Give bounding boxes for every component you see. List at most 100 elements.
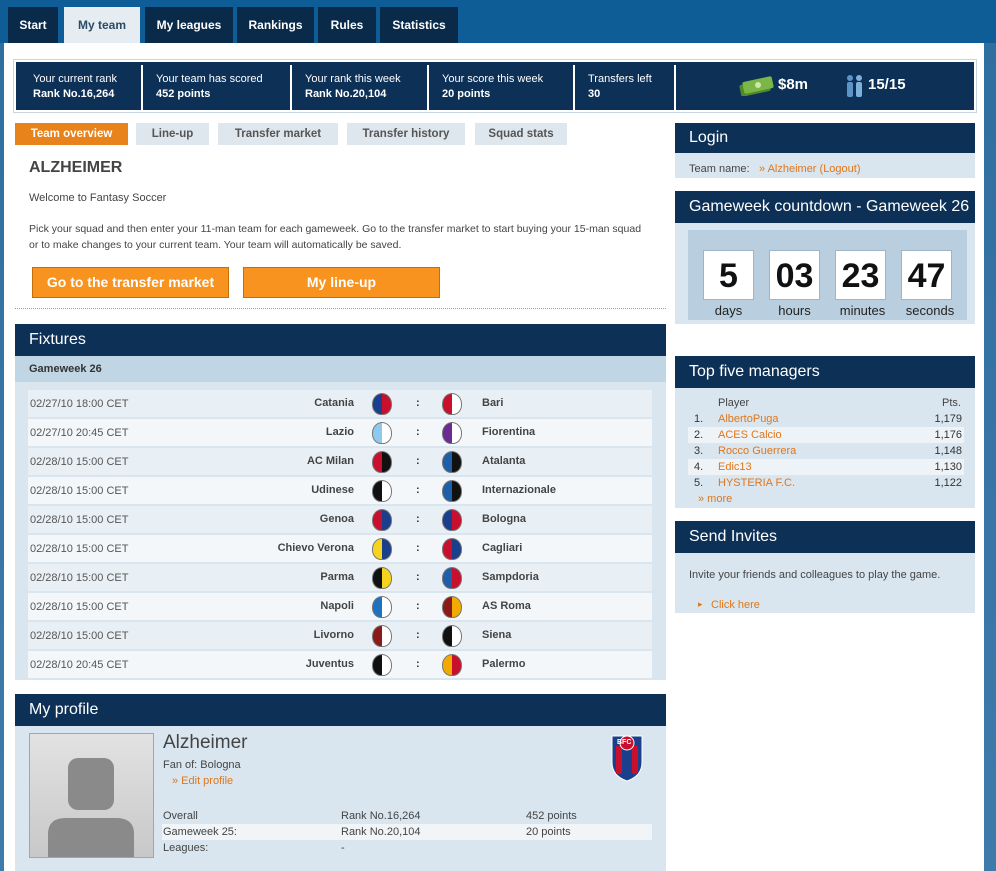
fixture-away-team: Bologna [482, 513, 526, 525]
subtab-transfer-market[interactable]: Transfer market [218, 123, 338, 145]
stat-value: 20 points [442, 88, 491, 100]
subtab-team-overview[interactable]: Team overview [15, 123, 128, 145]
pts-column-header: Pts. [942, 397, 961, 409]
fixture-home-team: Udinese [311, 484, 354, 496]
invite-click-here-link[interactable]: Click here [711, 599, 760, 611]
row-points: 452 points [526, 810, 577, 822]
profile-header: My profile [15, 694, 666, 726]
stat-current-rank: Your current rank Rank No.16,264 [20, 65, 143, 111]
fixture-date: 02/28/10 15:00 CET [30, 630, 129, 642]
intro-text: Pick your squad and then enter your 11-m… [29, 223, 642, 251]
manager-points: 1,148 [934, 445, 962, 457]
nav-tab-start[interactable]: Start [8, 7, 58, 43]
fixture-row: 02/28/10 15:00 CET Chievo Verona: Cagliari [28, 535, 652, 562]
home-club-crest-icon [372, 625, 392, 647]
fixture-separator: : [416, 542, 420, 554]
stat-value: Rank No.16,264 [33, 88, 115, 100]
logout-link[interactable]: » Alzheimer (Logout) [759, 163, 861, 175]
edit-profile-link[interactable]: » Edit profile [172, 775, 233, 787]
row-rank: Rank No.20,104 [341, 826, 421, 838]
manager-points: 1,130 [934, 461, 962, 473]
countdown-seconds: 47 [901, 250, 952, 300]
stat-rank-week: Your rank this week Rank No.20,104 [292, 65, 429, 111]
home-club-crest-icon [372, 393, 392, 415]
countdown-hours-label: hours [778, 303, 811, 318]
home-club-crest-icon [372, 538, 392, 560]
manager-name-link[interactable]: Rocco Guerrera [718, 443, 796, 459]
nav-tab-my-team[interactable]: My team [64, 7, 140, 44]
fixture-date: 02/28/10 15:00 CET [30, 543, 129, 555]
fixture-row: 02/28/10 15:00 CET Udinese: Internazionale [28, 477, 652, 504]
invites-header: Send Invites [675, 521, 975, 553]
nav-tab-rules[interactable]: Rules [318, 7, 376, 43]
login-header: Login [675, 123, 975, 153]
fixture-row: 02/28/10 15:00 CET Livorno: Siena [28, 622, 652, 649]
fixture-separator: : [416, 513, 420, 525]
nav-tab-statistics[interactable]: Statistics [380, 7, 458, 43]
fixture-away-team: Bari [482, 397, 504, 409]
fixture-separator: : [416, 600, 420, 612]
stat-label: Transfers left [588, 73, 652, 85]
fixture-date: 02/28/10 20:45 CET [30, 659, 129, 671]
go-to-transfer-market-button[interactable]: Go to the transfer market [32, 267, 229, 298]
row-rank: Rank No.16,264 [341, 810, 421, 822]
fixture-row: 02/27/10 20:45 CET Lazio: Fiorentina [28, 419, 652, 446]
away-club-crest-icon [442, 422, 462, 444]
stat-value: Rank No.20,104 [305, 88, 387, 100]
nav-tab-rankings[interactable]: Rankings [237, 7, 314, 43]
manager-name-link[interactable]: ACES Calcio [718, 427, 782, 443]
countdown-seconds-label: seconds [905, 303, 955, 318]
home-club-crest-icon [372, 654, 392, 676]
fixture-date: 02/27/10 20:45 CET [30, 427, 129, 439]
manager-row: 1. AlbertoPuga 1,179 [688, 411, 964, 427]
manager-name-link[interactable]: AlbertoPuga [718, 411, 779, 427]
fixtures-gameweek-label: Gameweek 26 [15, 356, 666, 382]
fixture-separator: : [416, 455, 420, 467]
manager-points: 1,122 [934, 477, 962, 489]
fixture-separator: : [416, 397, 420, 409]
money-icon [738, 76, 776, 97]
home-club-crest-icon [372, 509, 392, 531]
welcome-text: Welcome to Fantasy Soccer [29, 192, 167, 204]
team-name-heading: ALZHEIMER [29, 159, 123, 176]
squad-count: 15/15 [868, 76, 906, 93]
manager-name-link[interactable]: Edic13 [718, 459, 752, 475]
fixture-date: 02/28/10 15:00 CET [30, 456, 129, 468]
stat-label: Your team has scored [156, 73, 263, 85]
subtab-transfer-history[interactable]: Transfer history [347, 123, 465, 145]
row-label: Overall [163, 810, 198, 822]
subtab-squad-stats[interactable]: Squad stats [475, 123, 567, 145]
fixture-row: 02/28/10 20:45 CET Juventus: Palermo [28, 651, 652, 678]
manager-points: 1,176 [934, 429, 962, 441]
home-club-crest-icon [372, 422, 392, 444]
fixture-home-team: Parma [320, 571, 354, 583]
bullet-arrow-icon: ▸ [698, 599, 703, 609]
row-points: 20 points [526, 826, 571, 838]
fixture-date: 02/28/10 15:00 CET [30, 485, 129, 497]
fixture-separator: : [416, 658, 420, 670]
stat-score-week: Your score this week 20 points [429, 65, 575, 111]
away-club-crest-icon [442, 509, 462, 531]
fixture-home-team: Napoli [320, 600, 354, 612]
fixture-row: 02/28/10 15:00 CET AC Milan: Atalanta [28, 448, 652, 475]
fixture-row: 02/28/10 15:00 CET Napoli: AS Roma [28, 593, 652, 620]
avatar [29, 733, 154, 858]
bologna-badge-icon: BFC [610, 734, 644, 782]
fixture-home-team: Lazio [325, 426, 354, 438]
stat-label: Your rank this week [305, 73, 401, 85]
stat-transfers-left: Transfers left 30 [575, 65, 676, 111]
fixture-home-team: Livorno [313, 629, 354, 641]
stat-team-scored: Your team has scored 452 points [143, 65, 292, 111]
fixture-away-team: Palermo [482, 658, 526, 670]
my-line-up-button[interactable]: My line-up [243, 267, 440, 298]
manager-name-link[interactable]: HYSTERIA F.C. [718, 475, 795, 491]
nav-tab-my-leagues[interactable]: My leagues [145, 7, 233, 43]
more-managers-link[interactable]: » more [698, 493, 732, 505]
row-label: Gameweek 25: [163, 826, 237, 838]
subtab-line-up[interactable]: Line-up [136, 123, 209, 145]
away-club-crest-icon [442, 567, 462, 589]
stat-label: Your current rank [33, 73, 117, 85]
fixtures-header: Fixtures [15, 324, 666, 356]
home-club-crest-icon [372, 451, 392, 473]
countdown-days: 5 [703, 250, 754, 300]
